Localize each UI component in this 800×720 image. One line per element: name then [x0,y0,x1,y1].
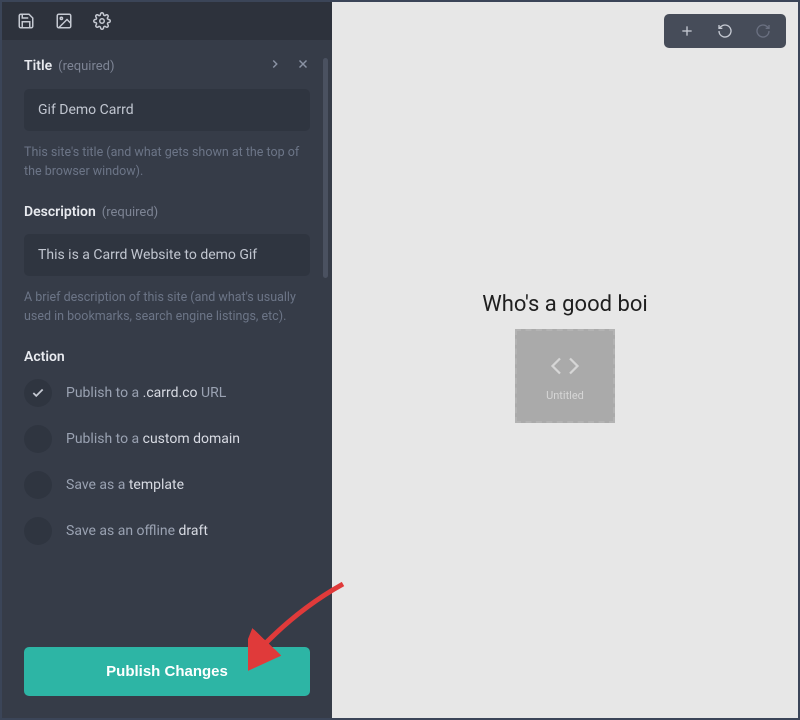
radio-label: Save as a template [66,477,184,493]
description-hint: A brief description of this site (and wh… [24,288,310,327]
redo-icon [755,23,771,39]
action-label: Action [24,349,310,365]
sidebar-topbar [2,2,332,40]
settings-panel: Title (required) Gif Demo Carrd This sit… [2,40,332,629]
radio-label: Publish to a custom domain [66,431,240,447]
chevron-right-icon[interactable] [268,56,282,75]
plus-icon [679,23,695,39]
title-label: Title [24,58,52,74]
description-required: (required) [102,205,158,220]
title-input[interactable]: Gif Demo Carrd [24,89,310,131]
title-required: (required) [58,59,114,74]
radio-label: Publish to a .carrd.co URL [66,385,226,401]
radio-indicator [24,425,52,453]
redo-button[interactable] [744,14,782,48]
radio-label: Save as an offline draft [66,523,208,539]
code-icon [550,351,580,381]
panel-header: Title (required) [24,56,310,75]
add-element-button[interactable] [668,14,706,48]
image-icon[interactable] [45,2,83,40]
embed-placeholder[interactable]: Untitled [515,329,615,423]
close-icon[interactable] [296,56,310,75]
radio-indicator [24,517,52,545]
title-hint: This site's title (and what gets shown a… [24,143,310,182]
action-option-carrd-url[interactable]: Publish to a .carrd.co URL [24,379,310,407]
radio-indicator [24,471,52,499]
publish-changes-button[interactable]: Publish Changes [24,647,310,696]
action-option-custom-domain[interactable]: Publish to a custom domain [24,425,310,453]
editor-sidebar: Title (required) Gif Demo Carrd This sit… [2,2,332,718]
undo-button[interactable] [706,14,744,48]
action-option-template[interactable]: Save as a template [24,471,310,499]
check-icon [31,386,45,400]
description-input[interactable]: This is a Carrd Website to demo Gif [24,234,310,276]
canvas-toolbar [664,14,786,48]
save-icon[interactable] [7,2,45,40]
undo-icon [717,23,733,39]
embed-label: Untitled [546,389,584,402]
preview-heading[interactable]: Who's a good boi [482,292,648,317]
description-label: Description [24,204,96,220]
action-option-offline-draft[interactable]: Save as an offline draft [24,517,310,545]
radio-indicator [24,379,52,407]
panel-scrollbar[interactable] [323,58,328,278]
gear-icon[interactable] [83,2,121,40]
preview-canvas: Who's a good boi Untitled [332,2,798,718]
